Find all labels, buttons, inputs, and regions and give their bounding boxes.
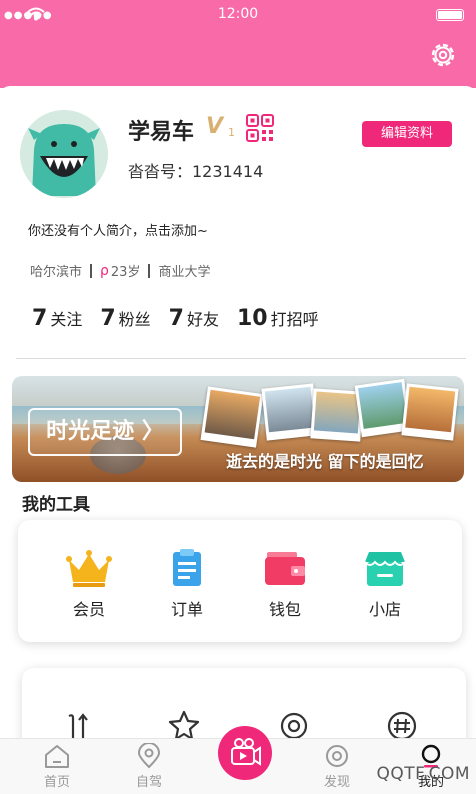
tool-label: 钱包 [268, 600, 301, 619]
avatar[interactable] [20, 110, 108, 198]
hashtag-icon[interactable] [386, 710, 418, 740]
tab-self-drive[interactable]: 自驾 [114, 743, 184, 790]
profile-header [0, 30, 476, 88]
stat-greetings[interactable]: 10 打招呼 [237, 306, 319, 331]
tool-orders[interactable]: 订单 [152, 548, 222, 620]
wallet-icon [265, 552, 305, 585]
tools-title: 我的工具 [22, 495, 90, 515]
video-camera-icon [231, 738, 261, 766]
tool-label: 订单 [170, 600, 203, 619]
meta-divider [90, 263, 93, 278]
publish-video-button[interactable] [218, 726, 272, 780]
clipboard-icon [173, 549, 201, 586]
tab-label: 发现 [323, 775, 350, 790]
discover-icon [326, 745, 348, 767]
banner-photo [200, 386, 264, 448]
profile-card: 学易车 V 1 编辑资料 沓沓号：1231414 你还没有个人简介，点击添加~ … [0, 86, 476, 364]
stat-followers[interactable]: 7 粉丝 [100, 306, 150, 331]
vip-level: 1 [228, 126, 235, 139]
tab-label: 自驾 [135, 775, 162, 790]
memories-button[interactable]: 时光足迹 〉 [28, 408, 182, 456]
gender-icon: ρ [100, 262, 109, 279]
tab-home[interactable]: 首页 [22, 743, 92, 790]
sort-icon[interactable] [64, 710, 94, 740]
stat-label: 好友 [186, 310, 219, 329]
school: 商业大学 [158, 265, 211, 280]
crown-icon [66, 550, 112, 587]
stat-value: 7 [100, 306, 116, 331]
stat-friends[interactable]: 7 好友 [169, 306, 219, 331]
stat-value: 10 [236, 306, 268, 331]
monster-avatar-icon [20, 110, 108, 198]
stat-value: 7 [32, 306, 48, 331]
gear-icon[interactable] [428, 40, 458, 70]
edit-profile-button[interactable]: 编辑资料 [362, 121, 452, 147]
stat-following[interactable]: 7 关注 [32, 306, 82, 331]
tool-vip[interactable]: 会员 [54, 548, 124, 620]
watermark: QQTF.COM [376, 764, 470, 784]
profile-meta: 哈尔滨市 ρ 23岁 商业大学 [30, 261, 211, 281]
status-time: 12:00 [217, 6, 259, 22]
banner-caption: 逝去的是时光 留下的是回忆 [226, 452, 424, 471]
store-icon [364, 552, 406, 586]
tab-discover[interactable]: 发现 [302, 743, 372, 790]
stat-value: 7 [168, 306, 184, 331]
stats-row: 7 关注 7 粉丝 7 好友 10 打招呼 [32, 306, 337, 331]
star-icon[interactable] [168, 710, 200, 740]
tool-label: 会员 [72, 600, 105, 619]
target-icon[interactable] [278, 710, 310, 740]
stat-label: 打招呼 [270, 310, 319, 329]
age: 23岁 [110, 265, 141, 280]
vip-badge: V [206, 114, 224, 139]
memories-banner[interactable]: 时光足迹 〉 逝去的是时光 留下的是回忆 [12, 376, 464, 482]
stat-label: 关注 [50, 310, 83, 329]
qr-code-icon[interactable] [246, 114, 274, 142]
tool-wallet[interactable]: 钱包 [250, 548, 320, 620]
tools-card: 会员 订单 钱包 小店 [18, 520, 462, 642]
home-icon [45, 745, 69, 768]
account-id: 沓沓号：1231414 [128, 162, 264, 181]
banner-photo [401, 383, 459, 441]
stat-label: 粉丝 [118, 310, 151, 329]
status-bar: ●●●●● 12:00 [0, 0, 476, 30]
map-pin-icon [137, 743, 161, 769]
battery-icon [436, 9, 464, 21]
city: 哈尔滨市 [30, 265, 83, 280]
tab-label: 首页 [43, 775, 70, 790]
section-divider [16, 358, 466, 359]
meta-divider [148, 263, 151, 278]
tool-label: 小店 [368, 600, 401, 619]
bio-text[interactable]: 你还没有个人简介，点击添加~ [28, 220, 208, 239]
user-name: 学易车 [128, 120, 195, 145]
tool-store[interactable]: 小店 [350, 548, 420, 620]
